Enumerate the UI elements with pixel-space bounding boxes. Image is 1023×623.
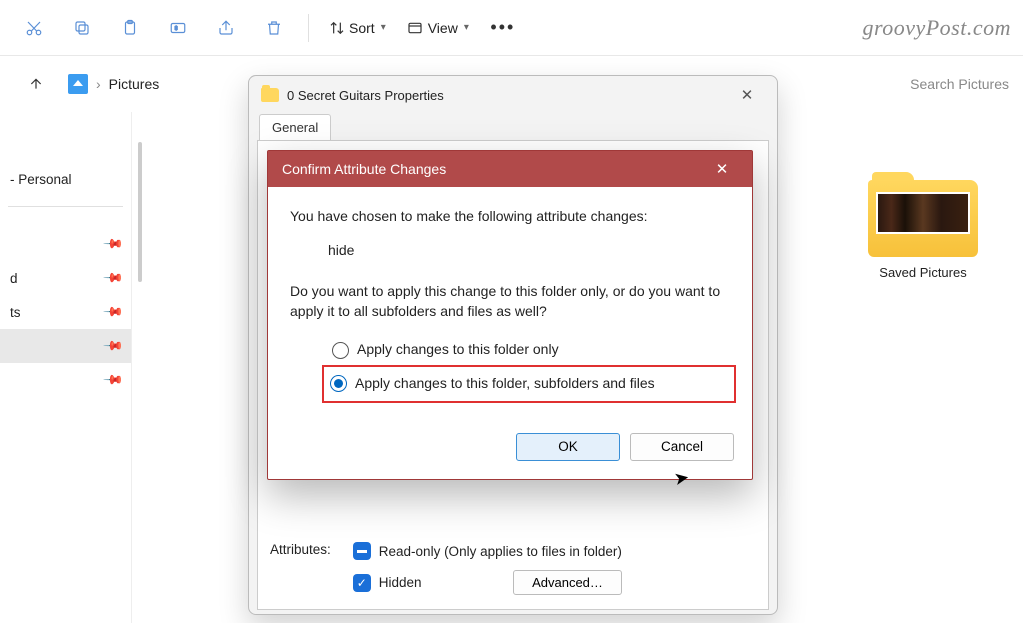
view-button[interactable]: View ▾ (398, 8, 477, 48)
pin-icon: 📌 (102, 369, 125, 392)
chevron-down-icon: ▾ (464, 22, 469, 33)
properties-title: 0 Secret Guitars Properties (287, 88, 444, 103)
readonly-label: Read-only (Only applies to files in fold… (379, 544, 622, 559)
radio-folder-only-label: Apply changes to this folder only (357, 340, 559, 360)
pin-icon: 📌 (102, 267, 125, 290)
breadcrumb[interactable]: › Pictures (60, 66, 167, 102)
breadcrumb-location: Pictures (109, 76, 160, 92)
close-button[interactable]: ✕ (706, 160, 738, 178)
checkbox-indeterminate-icon (353, 542, 371, 560)
confirm-titlebar[interactable]: Confirm Attribute Changes ✕ (268, 151, 752, 187)
saved-pictures-folder[interactable]: Saved Pictures (853, 172, 993, 280)
hidden-label: Hidden (379, 575, 422, 590)
sidebar-separator (8, 206, 123, 207)
sidebar-item-selected[interactable]: 📌 (0, 329, 131, 363)
view-label: View (428, 20, 458, 36)
hidden-checkbox-row[interactable]: Hidden Advanced… (353, 570, 622, 595)
more-button[interactable]: ••• (481, 8, 525, 48)
sidebar-item[interactable]: d📌 (0, 261, 131, 295)
up-button[interactable] (22, 70, 50, 98)
navigation-pane: - Personal 📌 d📌 ts📌 📌 📌 (0, 112, 132, 623)
confirm-button-row: OK Cancel (268, 425, 752, 479)
confirm-question: Do you want to apply this change to this… (290, 282, 730, 321)
confirm-change-value: hide (328, 241, 730, 261)
share-button[interactable] (204, 8, 248, 48)
confirm-title-text: Confirm Attribute Changes (282, 161, 446, 177)
copy-button[interactable] (60, 8, 104, 48)
readonly-checkbox-row[interactable]: Read-only (Only applies to files in fold… (353, 542, 622, 560)
cut-button[interactable] (12, 8, 56, 48)
chevron-down-icon: ▾ (381, 22, 386, 33)
toolbar-separator (308, 14, 309, 42)
pin-icon: 📌 (102, 233, 125, 256)
highlight-annotation: Apply changes to this folder, subfolders… (322, 365, 736, 403)
attributes-label: Attributes: (270, 542, 331, 557)
radio-folder-only[interactable]: Apply changes to this folder only (328, 335, 730, 365)
confirm-intro: You have chosen to make the following at… (290, 207, 730, 227)
folder-icon (261, 88, 279, 102)
checkbox-checked-icon (353, 574, 371, 592)
chevron-right-icon: › (96, 76, 101, 92)
rename-button[interactable] (156, 8, 200, 48)
confirm-attribute-dialog: Confirm Attribute Changes ✕ You have cho… (267, 150, 753, 480)
sidebar-item[interactable]: ts📌 (0, 295, 131, 329)
sidebar-item[interactable]: 📌 (0, 363, 131, 397)
sort-button[interactable]: Sort ▾ (321, 8, 394, 48)
sidebar-item[interactable]: 📌 (0, 227, 131, 261)
radio-recursive-label: Apply changes to this folder, subfolders… (355, 374, 655, 394)
sort-label: Sort (349, 20, 375, 36)
advanced-button[interactable]: Advanced… (513, 570, 622, 595)
radio-group: Apply changes to this folder only Apply … (328, 335, 730, 402)
properties-titlebar[interactable]: 0 Secret Guitars Properties ✕ (249, 76, 777, 114)
pin-icon: 📌 (102, 301, 125, 324)
delete-button[interactable] (252, 8, 296, 48)
search-input[interactable]: Search Pictures (910, 76, 1009, 92)
tab-general[interactable]: General (259, 114, 331, 140)
folder-label: Saved Pictures (853, 265, 993, 280)
radio-recursive[interactable]: Apply changes to this folder, subfolders… (326, 369, 732, 399)
close-button[interactable]: ✕ (729, 81, 765, 109)
pictures-icon (68, 74, 88, 94)
cancel-button[interactable]: Cancel (630, 433, 734, 461)
paste-button[interactable] (108, 8, 152, 48)
confirm-body: You have chosen to make the following at… (268, 187, 752, 425)
sidebar-item-personal[interactable]: - Personal (0, 162, 131, 196)
properties-tabs: General (249, 114, 777, 140)
radio-off-icon (332, 342, 349, 359)
scrollbar-thumb[interactable] (138, 142, 142, 282)
ok-button[interactable]: OK (516, 433, 620, 461)
radio-on-icon (330, 375, 347, 392)
pin-icon: 📌 (102, 335, 125, 358)
watermark-text: groovyPost.com (862, 15, 1011, 41)
explorer-toolbar: Sort ▾ View ▾ ••• groovyPost.com (0, 0, 1023, 56)
